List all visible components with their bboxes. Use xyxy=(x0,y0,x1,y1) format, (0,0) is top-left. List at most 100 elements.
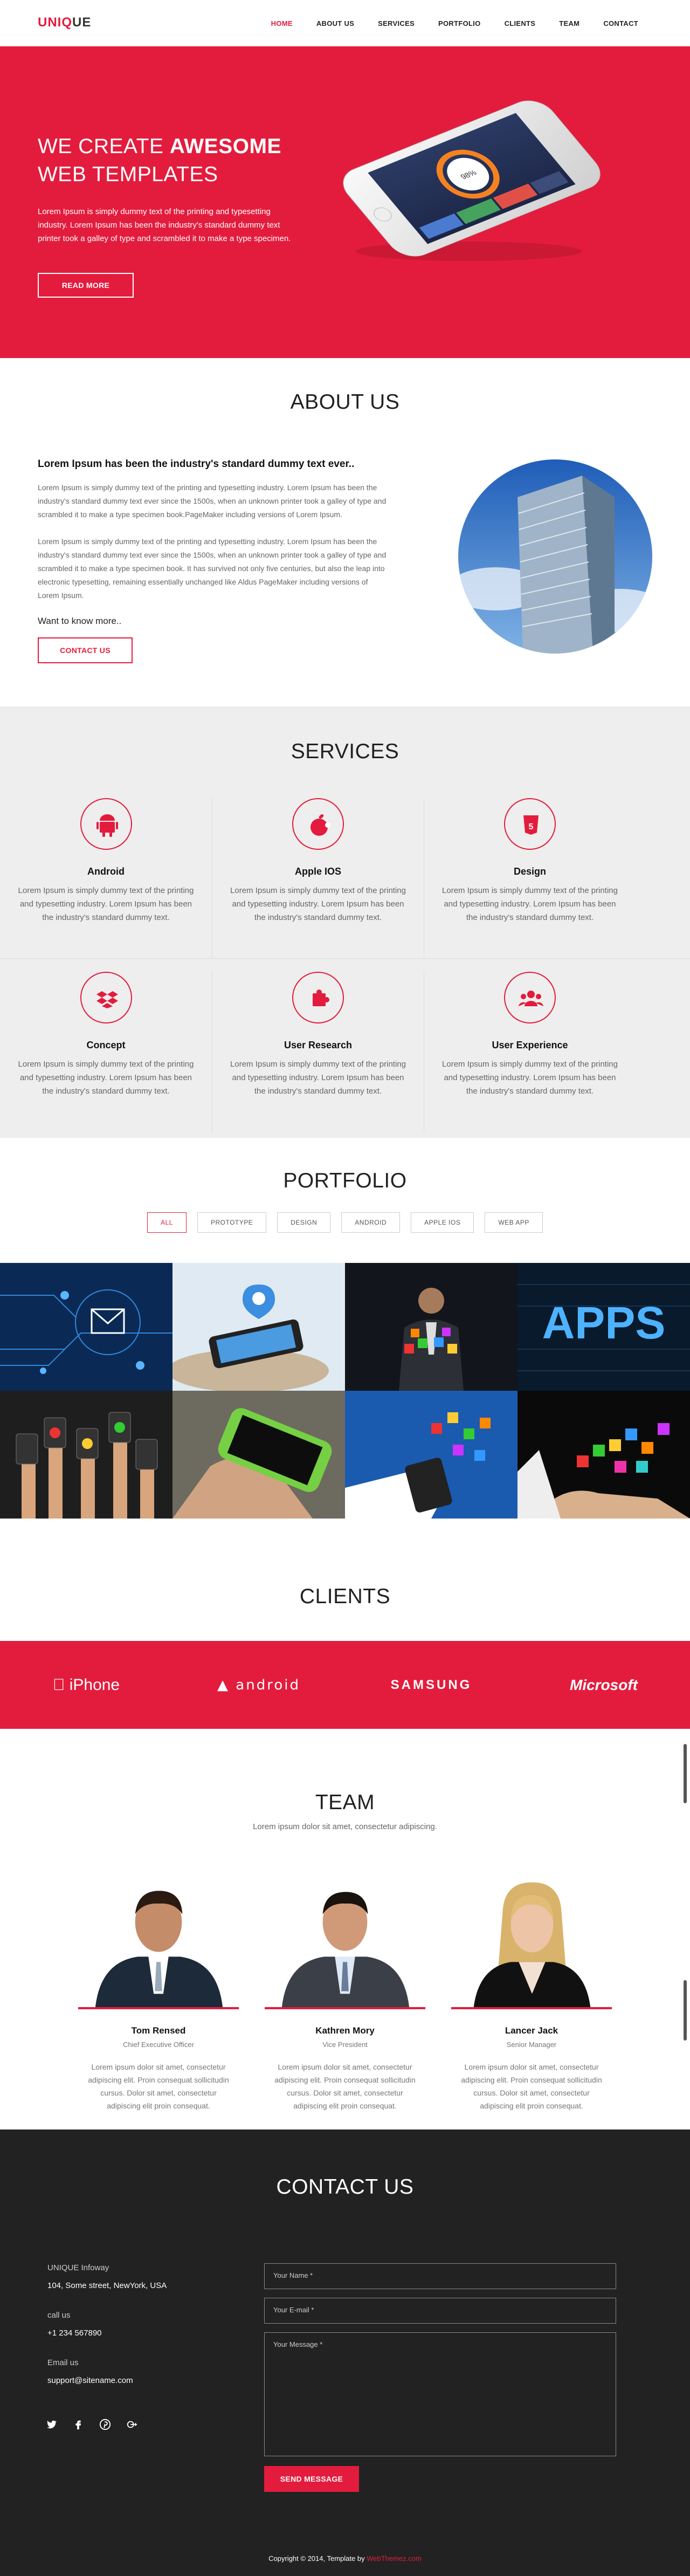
footer-link[interactable]: WebThemez.com xyxy=(367,2554,422,2563)
member-photo xyxy=(265,1872,425,2009)
service-name: Android xyxy=(87,866,125,877)
filter-prototype[interactable]: PROTOTYPE xyxy=(197,1212,267,1233)
name-input[interactable]: Your Name * xyxy=(264,2263,616,2289)
filter-design[interactable]: DESIGN xyxy=(277,1212,331,1233)
nav-about[interactable]: ABOUT US xyxy=(316,19,354,28)
team-members: Tom Rensed Chief Executive Officer Lorem… xyxy=(78,1872,612,2112)
service-card: 5 Design Lorem Ipsum is simply dummy tex… xyxy=(424,798,636,958)
about-paragraph-1: Lorem Ipsum is simply dummy text of the … xyxy=(38,483,387,519)
team-section: TEAM Lorem ipsum dolor sit amet, consect… xyxy=(0,1729,690,2130)
team-member: Lancer Jack Senior Manager Lorem ipsum d… xyxy=(451,1872,612,2112)
contact-section: CONTACT US UNIQUE Infoway 104, Some stre… xyxy=(0,2130,690,2576)
services-section: SERVICES Android Lorem Ipsum is simply d… xyxy=(0,706,690,1138)
phone-illustration: 98% xyxy=(343,100,601,261)
contact-us-button[interactable]: CONTACT US xyxy=(38,637,133,663)
nav-team[interactable]: TEAM xyxy=(559,19,579,28)
service-name: Concept xyxy=(86,1040,126,1050)
member-role: Vice President xyxy=(322,2041,368,2049)
service-name: Design xyxy=(513,866,546,877)
service-text: Lorem Ipsum is simply dummy text of the … xyxy=(230,886,406,922)
service-text: Lorem Ipsum is simply dummy text of the … xyxy=(18,1060,194,1096)
portfolio-title: PORTFOLIO xyxy=(283,1169,407,1192)
send-message-button[interactable]: SEND MESSAGE xyxy=(264,2466,359,2492)
service-name: Apple IOS xyxy=(294,866,341,877)
apple-icon xyxy=(292,798,344,850)
users-icon xyxy=(504,972,556,1023)
member-role: Senior Manager xyxy=(506,2041,557,2049)
service-text: Lorem Ipsum is simply dummy text of the … xyxy=(230,1060,406,1096)
service-card: User Research Lorem Ipsum is simply dumm… xyxy=(212,972,424,1132)
html5-icon: 5 xyxy=(504,798,556,850)
nav-clients[interactable]: CLIENTS xyxy=(505,19,536,28)
portfolio-tile[interactable]: APPS xyxy=(518,1263,690,1391)
email-label: Email us xyxy=(47,2358,79,2367)
nav-services[interactable]: SERVICES xyxy=(378,19,415,28)
member-name: Kathren Mory xyxy=(315,2025,375,2036)
nav-portfolio[interactable]: PORTFOLIO xyxy=(438,19,481,28)
social-links xyxy=(45,2419,153,2435)
contact-info: UNIQUE Infoway 104, Some street, NewYork… xyxy=(47,2263,167,2406)
filter-web-app[interactable]: WEB APP xyxy=(485,1212,543,1233)
service-name: User Research xyxy=(284,1040,353,1050)
logo[interactable]: UNIQUE xyxy=(38,15,91,30)
about-heading: Lorem Ipsum has been the industry's stan… xyxy=(38,458,355,470)
client-logo-iphone:  iPhone xyxy=(53,1675,120,1694)
service-text: Lorem Ipsum is simply dummy text of the … xyxy=(18,886,194,922)
team-member: Tom Rensed Chief Executive Officer Lorem… xyxy=(78,1872,239,2112)
nav-home[interactable]: HOME xyxy=(271,19,293,28)
twitter-icon[interactable] xyxy=(45,2419,72,2435)
service-card: Android Lorem Ipsum is simply dummy text… xyxy=(0,798,212,958)
member-bio: Lorem ipsum dolor sit amet, consectetur … xyxy=(461,2063,602,2110)
portfolio-tile[interactable] xyxy=(0,1263,172,1391)
phone-number: +1 234 567890 xyxy=(47,2328,102,2338)
member-photo xyxy=(78,1872,239,2009)
client-logo-android: ▲ ANDROID xyxy=(217,1677,300,1693)
call-label: call us xyxy=(47,2311,71,2320)
hero-section: WE CREATE AWESOME WEB TEMPLATES Lorem Ips… xyxy=(0,46,690,358)
scrollbar-thumb[interactable] xyxy=(684,1744,687,1803)
dropbox-icon xyxy=(80,972,132,1023)
puzzle-icon xyxy=(292,972,344,1023)
about-more-text: Want to know more.. xyxy=(38,616,122,626)
google-plus-icon[interactable] xyxy=(126,2419,153,2435)
portfolio-grid: APPS xyxy=(0,1263,690,1519)
portfolio-tile[interactable] xyxy=(172,1391,345,1519)
message-textarea[interactable]: Your Message * xyxy=(264,2332,616,2456)
filter-all[interactable]: ALL xyxy=(147,1212,187,1233)
service-card: User Experience Lorem Ipsum is simply du… xyxy=(424,972,636,1132)
portfolio-tile[interactable] xyxy=(518,1391,690,1519)
member-name: Tom Rensed xyxy=(131,2025,186,2036)
portfolio-section: PORTFOLIO ALL PROTOTYPE DESIGN ANDROID A… xyxy=(0,1138,690,1523)
email-input[interactable]: Your E-mail * xyxy=(264,2298,616,2324)
member-name: Lancer Jack xyxy=(505,2025,558,2036)
filter-apple-ios[interactable]: APPLE IOS xyxy=(411,1212,474,1233)
member-photo xyxy=(451,1872,612,2009)
portfolio-tile[interactable] xyxy=(0,1391,172,1519)
services-title: SERVICES xyxy=(291,740,399,763)
services-grid: Android Lorem Ipsum is simply dummy text… xyxy=(0,798,690,1132)
portfolio-tile[interactable] xyxy=(345,1391,518,1519)
hero-text: Lorem Ipsum is simply dummy text of the … xyxy=(38,207,291,243)
clients-band:  iPhone ▲ ANDROID SAMSUNG Microsoft xyxy=(0,1641,690,1729)
svg-text:5: 5 xyxy=(529,822,534,832)
facebook-icon[interactable] xyxy=(72,2419,99,2435)
filter-android[interactable]: ANDROID xyxy=(341,1212,401,1233)
portfolio-filters: ALL PROTOTYPE DESIGN ANDROID APPLE IOS W… xyxy=(0,1212,690,1233)
service-text: Lorem Ipsum is simply dummy text of the … xyxy=(442,1060,618,1096)
clients-section: CLIENTS  iPhone ▲ ANDROID SAMSUNG Micro… xyxy=(0,1523,690,1729)
team-subtitle: Lorem ipsum dolor sit amet, consectetur … xyxy=(253,1822,437,1831)
nav-contact[interactable]: CONTACT xyxy=(603,19,638,28)
scrollbar-thumb[interactable] xyxy=(684,1980,687,2041)
member-bio: Lorem ipsum dolor sit amet, consectetur … xyxy=(88,2063,229,2110)
hero-title: WE CREATE AWESOME WEB TEMPLATES xyxy=(38,135,281,186)
pinterest-icon[interactable] xyxy=(99,2419,126,2435)
email-address[interactable]: support@sitename.com xyxy=(47,2376,167,2385)
portfolio-tile[interactable] xyxy=(345,1263,518,1391)
service-card: Apple IOS Lorem Ipsum is simply dummy te… xyxy=(212,798,424,958)
read-more-button[interactable]: READ MORE xyxy=(38,273,134,298)
android-icon xyxy=(80,798,132,850)
member-bio: Lorem ipsum dolor sit amet, consectetur … xyxy=(274,2063,416,2110)
building-image xyxy=(458,459,652,654)
portfolio-tile[interactable] xyxy=(172,1263,345,1391)
apps-text: APPS xyxy=(542,1297,666,1348)
